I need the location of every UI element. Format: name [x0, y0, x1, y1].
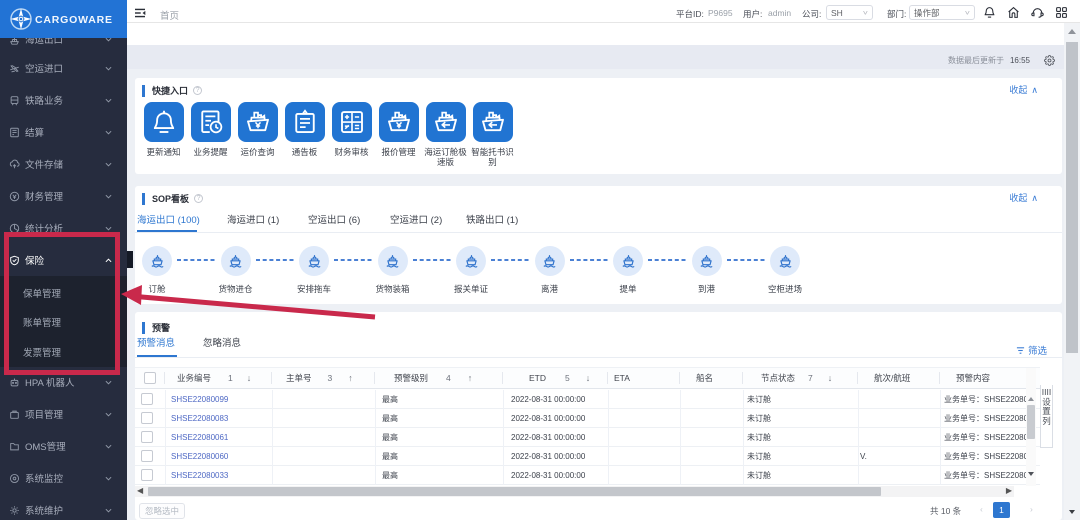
svg-text:CARGOWARE: CARGOWARE [35, 14, 113, 26]
